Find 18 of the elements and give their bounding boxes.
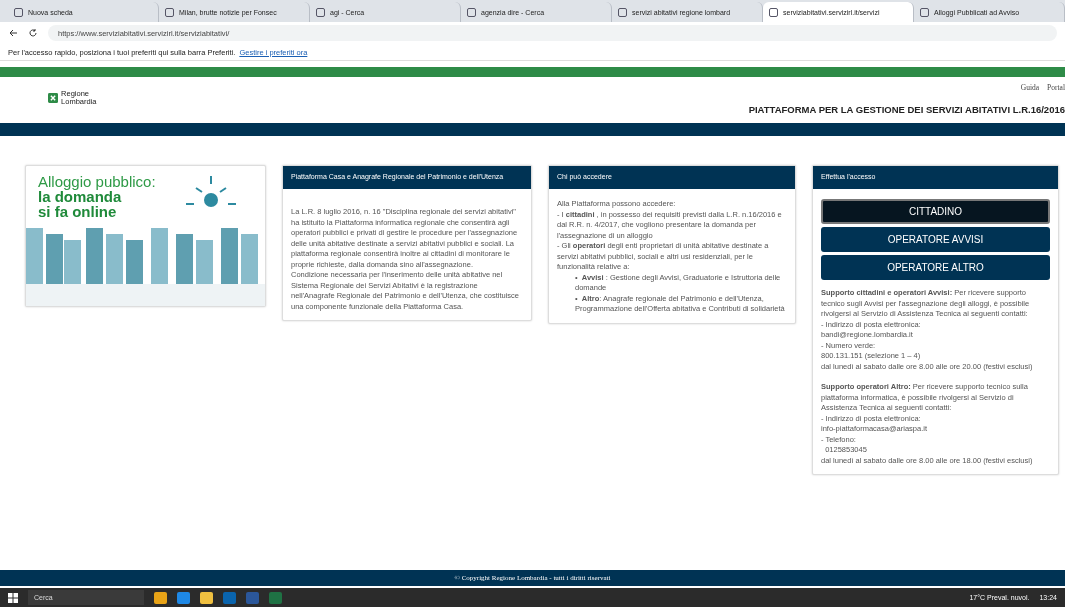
windows-icon[interactable] bbox=[8, 592, 18, 603]
promo-banner: Alloggio pubblico: la domanda si fa online bbox=[25, 165, 266, 307]
app-icon[interactable] bbox=[177, 591, 190, 604]
refresh-icon[interactable] bbox=[28, 28, 38, 38]
page-icon bbox=[920, 7, 929, 17]
back-icon[interactable] bbox=[8, 28, 18, 38]
login-button[interactable]: OPERATORE AVVISI bbox=[821, 227, 1050, 252]
login-button[interactable]: OPERATORE ALTRO bbox=[821, 255, 1050, 280]
login-button[interactable]: CITTADINO bbox=[821, 199, 1050, 224]
page-icon bbox=[467, 7, 476, 17]
platform-title: PIATTAFORMA PER LA GESTIONE DEI SERVIZI ABITATIVI L.R.16/2016 bbox=[748, 104, 1065, 115]
page-icon bbox=[618, 7, 627, 17]
page-icon bbox=[769, 7, 778, 17]
page-icon bbox=[165, 7, 174, 17]
app-icon[interactable] bbox=[200, 591, 213, 604]
page-icon bbox=[316, 7, 325, 17]
page-icon bbox=[14, 7, 23, 17]
app-icon[interactable] bbox=[154, 591, 167, 604]
